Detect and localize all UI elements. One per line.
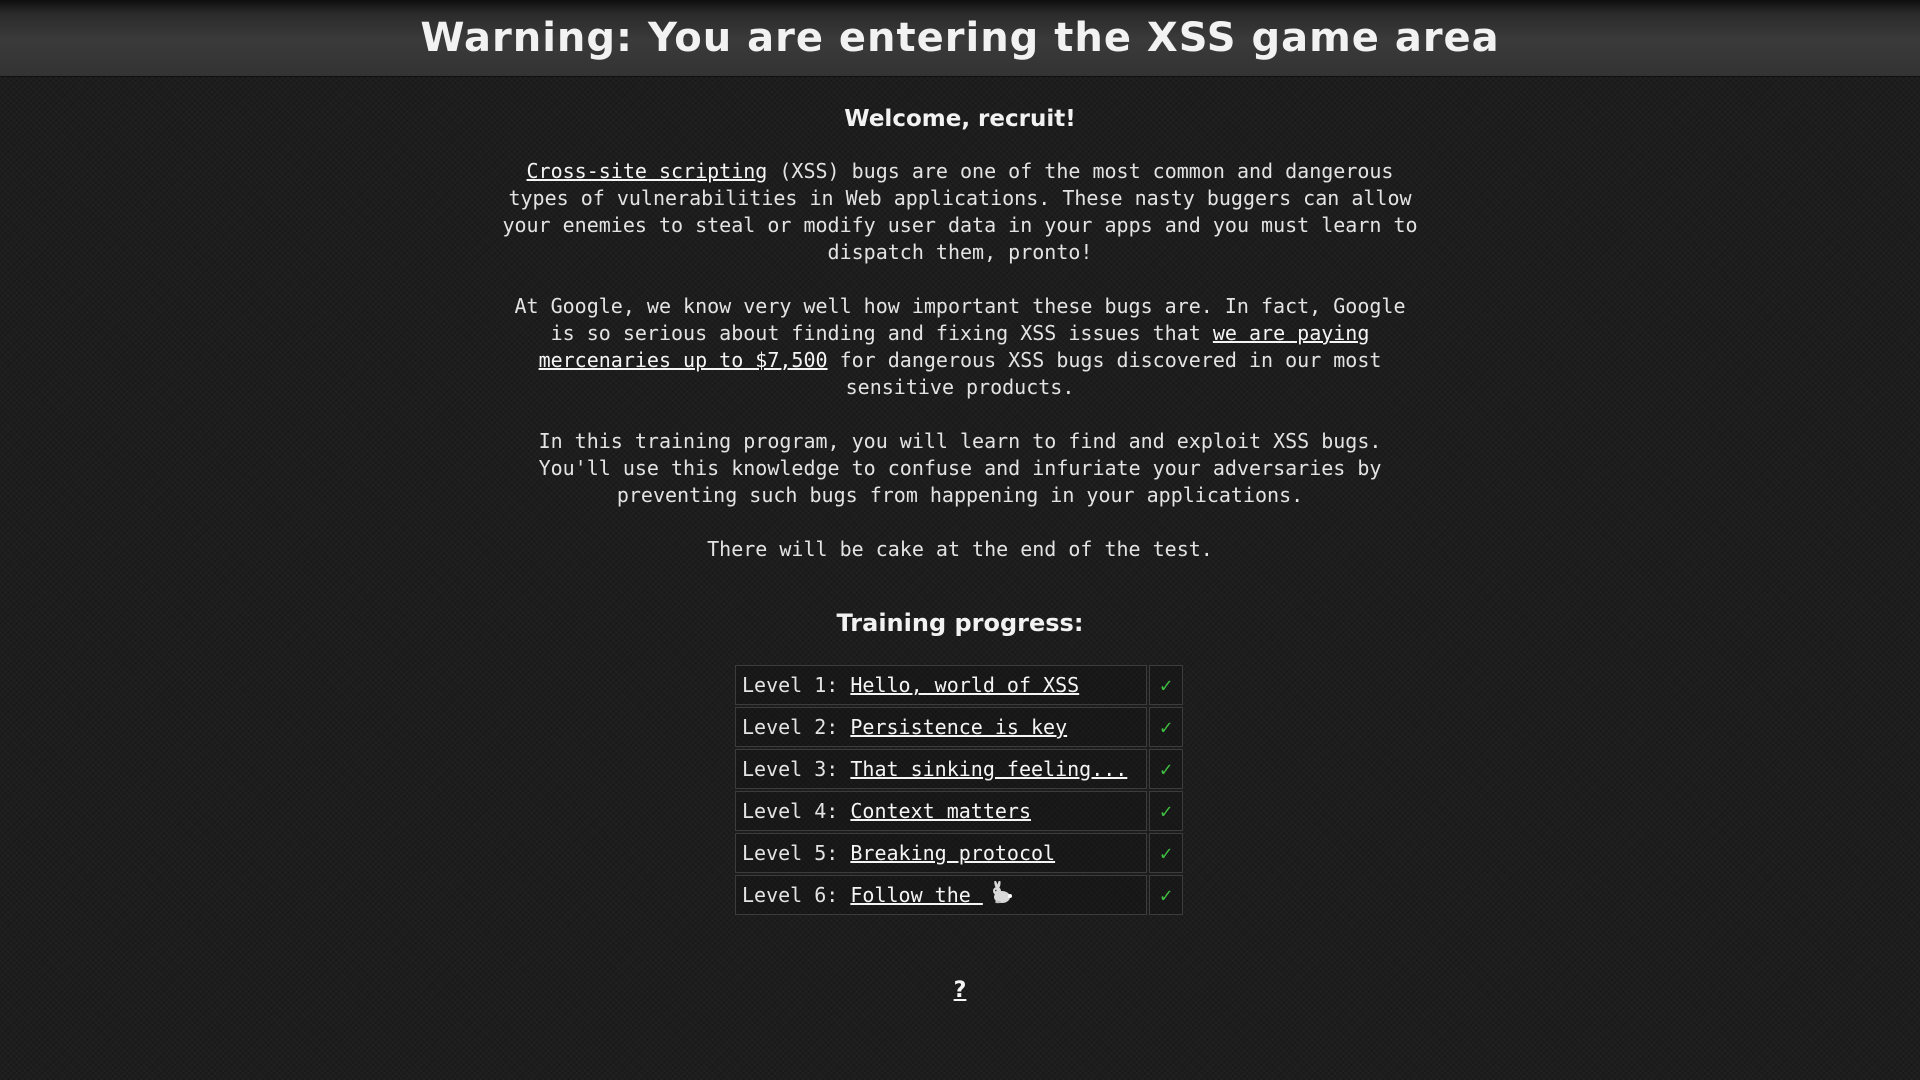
intro-paragraph-3: In this training program, you will learn…: [538, 429, 1382, 507]
level-cell: Level 6: Follow the: [735, 875, 1147, 915]
check-icon: ✓: [1149, 791, 1183, 831]
rabbit-icon: [989, 880, 1015, 910]
level-6-link[interactable]: Follow the: [850, 880, 1015, 910]
level-2-link[interactable]: Persistence is key: [850, 715, 1067, 739]
intro-paragraph-1: Cross-site scripting (XSS) bugs are one …: [500, 158, 1420, 266]
check-icon: ✓: [1149, 875, 1183, 915]
level-cell: Level 2: Persistence is key: [735, 707, 1147, 747]
main-content: Welcome, recruit! Cross-site scripting (…: [480, 104, 1440, 1003]
page-title: Warning: You are entering the XSS game a…: [420, 15, 1500, 61]
help-area: ?: [480, 978, 1440, 1003]
intro-paragraph-4: There will be cake at the end of the tes…: [707, 537, 1213, 561]
intro-paragraph-2-after: for dangerous XSS bugs discovered in our…: [827, 348, 1382, 399]
level-cell: Level 5: Breaking protocol: [735, 833, 1147, 873]
level-prefix: Level 4:: [742, 799, 851, 823]
level-prefix: Level 3:: [742, 757, 851, 781]
level-cell: Level 4: Context matters: [735, 791, 1147, 831]
level-prefix: Level 1:: [742, 673, 851, 697]
table-row: Level 4: Context matters ✓: [735, 791, 1183, 831]
check-icon: ✓: [1149, 707, 1183, 747]
level-3-link[interactable]: That sinking feeling...: [850, 757, 1127, 781]
training-progress-heading: Training progress:: [836, 609, 1084, 637]
level-4-link[interactable]: Context matters: [850, 799, 1031, 823]
help-link[interactable]: ?: [954, 978, 967, 1003]
table-row: Level 6: Follow the ✓: [735, 875, 1183, 915]
table-row: Level 3: That sinking feeling... ✓: [735, 749, 1183, 789]
table-row: Level 2: Persistence is key ✓: [735, 707, 1183, 747]
level-prefix: Level 6:: [742, 882, 851, 907]
cross-site-scripting-link[interactable]: Cross-site scripting: [527, 159, 768, 183]
level-1-link[interactable]: Hello, world of XSS: [850, 673, 1079, 697]
level-6-link-text: Follow the: [850, 882, 983, 907]
level-cell: Level 1: Hello, world of XSS: [735, 665, 1147, 705]
check-icon: ✓: [1149, 665, 1183, 705]
table-row: Level 1: Hello, world of XSS ✓: [735, 665, 1183, 705]
level-5-link[interactable]: Breaking protocol: [850, 841, 1055, 865]
check-icon: ✓: [1149, 749, 1183, 789]
level-prefix: Level 2:: [742, 715, 851, 739]
check-icon: ✓: [1149, 833, 1183, 873]
level-prefix: Level 5:: [742, 841, 851, 865]
intro-paragraph-2: At Google, we know very well how importa…: [500, 293, 1420, 401]
levels-table: Level 1: Hello, world of XSS ✓ Level 2: …: [733, 663, 1185, 917]
welcome-heading: Welcome, recruit!: [844, 106, 1076, 132]
level-cell: Level 3: That sinking feeling...: [735, 749, 1147, 789]
table-row: Level 5: Breaking protocol ✓: [735, 833, 1183, 873]
header-bar: Warning: You are entering the XSS game a…: [0, 0, 1920, 77]
